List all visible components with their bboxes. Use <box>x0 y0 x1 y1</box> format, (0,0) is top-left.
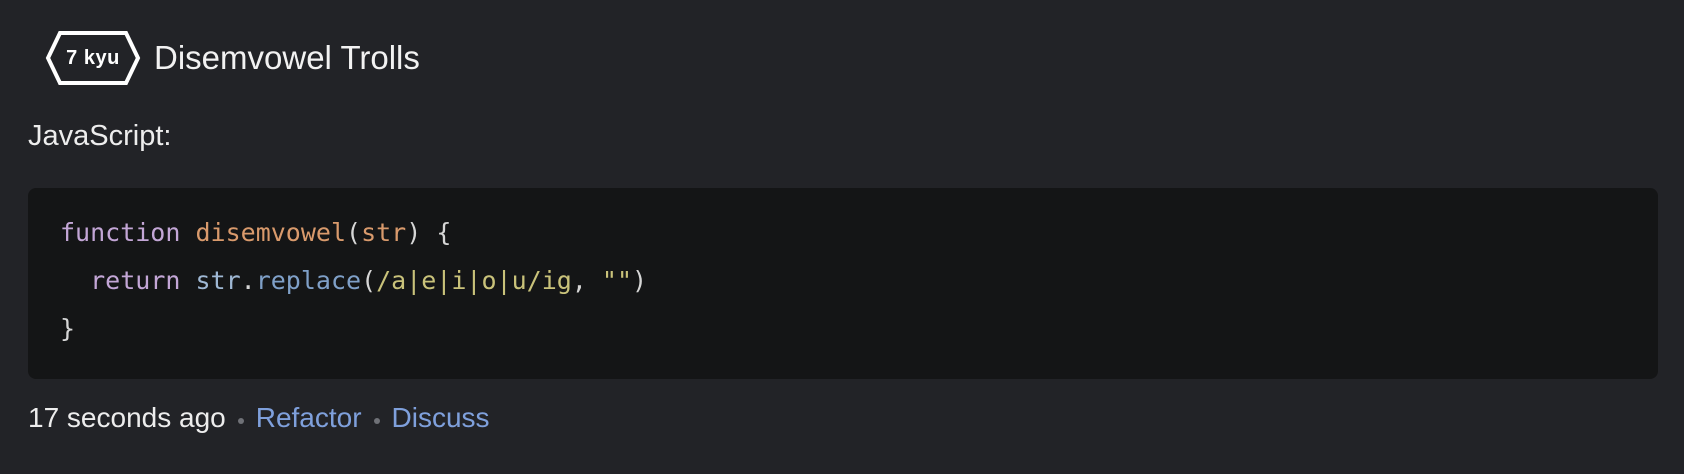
code-variable: str <box>195 266 241 295</box>
code-parameter: str <box>361 218 407 247</box>
code-punctuation: . <box>240 266 256 295</box>
code-string: "" <box>601 266 633 295</box>
code-punctuation: ) <box>632 266 648 295</box>
code-block: function disemvowel(str) { return str.re… <box>28 188 1658 379</box>
code-keyword: return <box>90 266 181 295</box>
rank-badge: 7 kyu <box>44 30 142 86</box>
code-function-name: disemvowel <box>195 218 346 247</box>
separator-dot <box>237 418 244 424</box>
rank-label: 7 kyu <box>66 46 120 69</box>
code-regex: /a|e|i|o|u/ig <box>376 266 572 295</box>
code-keyword: function <box>60 218 181 247</box>
solution-meta: 17 seconds ago Refactor Discuss <box>28 398 490 438</box>
code-punctuation: ( <box>346 218 362 247</box>
kata-header: 7 kyu Disemvowel Trolls <box>44 30 420 86</box>
discuss-link[interactable]: Discuss <box>392 402 490 434</box>
code-punctuation: } <box>60 314 76 343</box>
language-label: JavaScript: <box>28 120 172 152</box>
separator-dot <box>373 418 380 424</box>
code-punctuation: ( <box>361 266 377 295</box>
code-punctuation: ) { <box>406 218 452 247</box>
solution-card: 7 kyu Disemvowel Trolls JavaScript: func… <box>0 0 1684 474</box>
code-method: replace <box>255 266 362 295</box>
code-punctuation: , <box>571 266 602 295</box>
kata-title-link[interactable]: Disemvowel Trolls <box>154 30 420 86</box>
code-line-1: function disemvowel(str) { <box>60 215 451 251</box>
timestamp: 17 seconds ago <box>28 402 226 433</box>
refactor-link[interactable]: Refactor <box>256 402 362 434</box>
code-line-3: } <box>60 311 75 347</box>
code-line-2: return str.replace(/a|e|i|o|u/ig, "") <box>60 263 647 299</box>
